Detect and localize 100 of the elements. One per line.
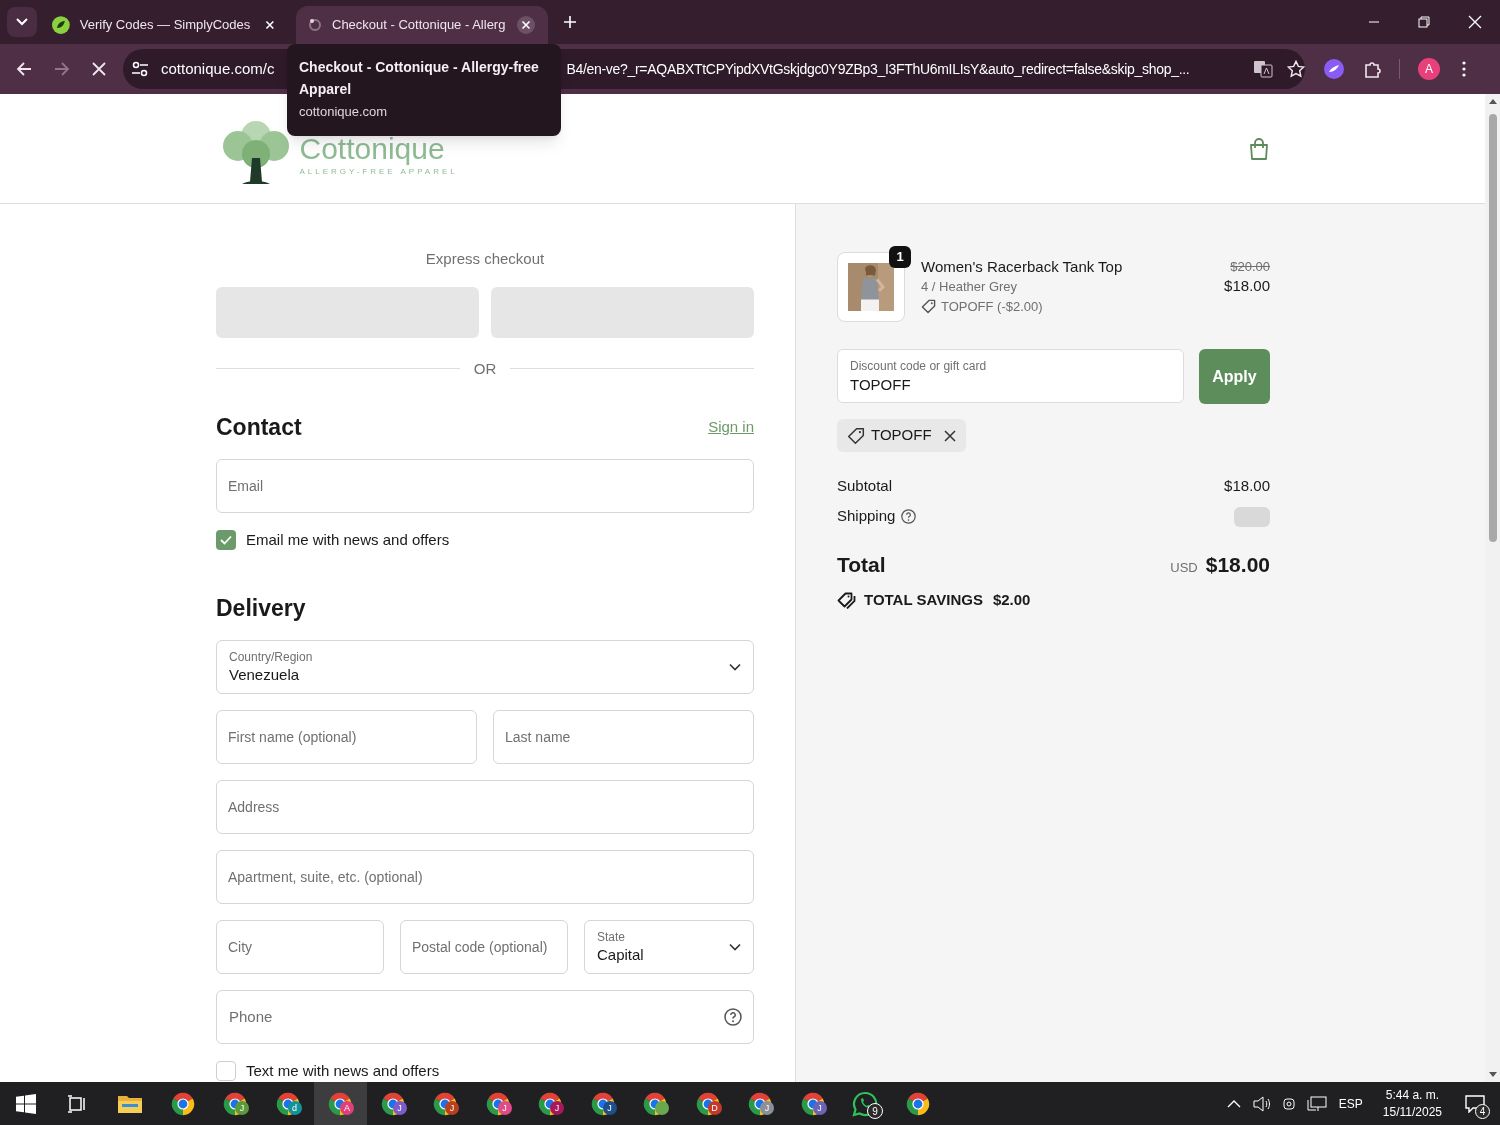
help-icon[interactable] bbox=[724, 1007, 742, 1026]
puzzle-icon[interactable] bbox=[1363, 59, 1383, 79]
camera-icon[interactable] bbox=[1280, 1095, 1297, 1112]
plus-icon bbox=[563, 15, 577, 29]
tooltip-domain: cottonique.com bbox=[299, 103, 389, 121]
folder-icon bbox=[118, 1093, 143, 1114]
text-field[interactable]: Address bbox=[216, 779, 754, 834]
shopping-bag-icon[interactable] bbox=[1247, 136, 1270, 161]
tab-list-button[interactable] bbox=[7, 7, 37, 37]
section-heading: Delivery bbox=[216, 594, 306, 623]
total-amount: $18.00 bbox=[1205, 552, 1270, 578]
product-name: Women's Racerback Tank Top bbox=[921, 257, 1124, 277]
or-divider-label: OR bbox=[473, 358, 497, 379]
chevron-down-icon bbox=[16, 18, 28, 26]
task-view-icon[interactable] bbox=[67, 1094, 87, 1113]
profile-avatar[interactable]: A bbox=[1418, 58, 1440, 80]
discount-label: TOPOFF (-$2.00) bbox=[941, 298, 1043, 316]
scroll-down-icon[interactable] bbox=[1488, 1072, 1497, 1078]
loading-icon bbox=[308, 18, 322, 32]
taskbar-app[interactable]: J bbox=[471, 1082, 524, 1125]
taskbar-app[interactable]: d bbox=[261, 1082, 314, 1125]
remove-icon[interactable] bbox=[943, 429, 956, 442]
chrome-icon bbox=[904, 1090, 931, 1117]
taskbar-app[interactable]: J bbox=[366, 1082, 419, 1125]
speaker-icon[interactable] bbox=[1252, 1095, 1271, 1112]
notification-count: 4 bbox=[1475, 1103, 1490, 1119]
close-icon[interactable] bbox=[1468, 15, 1482, 29]
taskbar-app[interactable]: J bbox=[786, 1082, 839, 1125]
close-icon[interactable] bbox=[516, 15, 536, 35]
text-field[interactable]: Postal code (optional) bbox=[400, 919, 568, 974]
field-label: Discount code or gift card bbox=[850, 358, 987, 374]
text-field[interactable]: Email bbox=[216, 458, 754, 513]
site-settings-icon[interactable] bbox=[131, 60, 149, 78]
check-icon bbox=[220, 534, 232, 545]
message-icon bbox=[1465, 1094, 1485, 1113]
dropdown[interactable]: State Capital bbox=[584, 919, 754, 974]
checkbox[interactable] bbox=[216, 1060, 236, 1081]
profile-badge: J bbox=[445, 1101, 459, 1115]
profile-badge: J bbox=[760, 1101, 774, 1115]
network-icon[interactable] bbox=[1306, 1095, 1327, 1112]
dropdown[interactable]: Country/Region Venezuela bbox=[216, 639, 754, 694]
currency-code: USD bbox=[1170, 559, 1198, 577]
loading-placeholder bbox=[1234, 506, 1270, 527]
summary-value: $18.00 bbox=[1224, 476, 1270, 497]
browser-tab[interactable]: Verify Codes — SimplyCodes bbox=[40, 6, 292, 44]
back-arrow-icon[interactable] bbox=[16, 61, 32, 77]
clock[interactable]: 5:44 a. m. 15/11/2025 bbox=[1382, 1086, 1442, 1121]
profile-badge: J bbox=[235, 1101, 249, 1115]
checkbox-label: Email me with news and offers bbox=[246, 529, 450, 550]
url-text: cottonique.com/c bbox=[161, 58, 275, 79]
chevron-up-icon[interactable] bbox=[1226, 1099, 1241, 1108]
chat-bubble-icon bbox=[852, 1090, 879, 1117]
help-icon[interactable] bbox=[901, 509, 917, 524]
browser-tab[interactable]: Checkout - Cottonique - Allerg bbox=[296, 6, 548, 44]
taskbar-app[interactable]: J bbox=[576, 1082, 629, 1125]
savings-amount: $2.00 bbox=[992, 589, 1031, 610]
leaf-icon bbox=[52, 16, 70, 34]
summary-label: Subtotal bbox=[837, 476, 893, 497]
text-field[interactable]: First name (optional) bbox=[216, 709, 477, 764]
apply-button[interactable]: Apply bbox=[1199, 349, 1270, 404]
product-price: $18.00 bbox=[1224, 276, 1270, 296]
checkbox-label: Text me with news and offers bbox=[246, 1060, 440, 1081]
stop-icon[interactable] bbox=[92, 62, 106, 76]
quantity-badge: 1 bbox=[889, 246, 911, 268]
taskbar-app[interactable]: 9 bbox=[839, 1082, 892, 1125]
language-indicator[interactable]: ESP bbox=[1338, 1094, 1363, 1113]
taskbar-app[interactable]: J bbox=[419, 1082, 472, 1125]
chevron-down-icon bbox=[729, 662, 741, 671]
chrome-icon bbox=[169, 1090, 196, 1117]
text-field[interactable]: Last name bbox=[493, 709, 754, 764]
tag-icon bbox=[921, 299, 936, 315]
total-label: Total bbox=[837, 552, 886, 578]
summary-label: Shipping bbox=[837, 506, 896, 527]
star-icon[interactable] bbox=[1287, 60, 1305, 78]
scroll-up-icon[interactable] bbox=[1488, 98, 1497, 104]
forward-arrow-icon[interactable] bbox=[54, 61, 70, 77]
profile-badge: J bbox=[550, 1101, 564, 1115]
product-variant: 4 / Heather Grey bbox=[921, 278, 1019, 296]
notification-center-button[interactable]: 4 bbox=[1460, 1088, 1490, 1119]
tags-icon bbox=[837, 590, 856, 609]
tag-icon bbox=[847, 426, 865, 445]
express-checkout-label: Express checkout bbox=[424, 249, 546, 269]
chevron-down-icon bbox=[729, 942, 741, 951]
windows-start-icon[interactable] bbox=[16, 1093, 36, 1114]
savings-label: TOTAL SAVINGS bbox=[864, 589, 983, 610]
extension-icon[interactable] bbox=[1324, 59, 1344, 79]
logo-tagline: ALLERGY-FREE APPAREL bbox=[299, 165, 458, 178]
profile-badge: A bbox=[340, 1101, 354, 1115]
restore-icon[interactable] bbox=[1418, 16, 1430, 28]
scrollbar[interactable] bbox=[1485, 94, 1500, 1082]
text-field[interactable]: City bbox=[216, 919, 384, 974]
taskbar-app[interactable]: D bbox=[681, 1082, 734, 1125]
taskbar-app[interactable]: A bbox=[314, 1082, 367, 1125]
text-field[interactable]: Phone bbox=[216, 989, 754, 1044]
taskbar-app[interactable]: J bbox=[524, 1082, 577, 1125]
checkbox[interactable] bbox=[216, 529, 236, 550]
translate-icon[interactable] bbox=[1253, 59, 1273, 79]
text-field[interactable]: Apartment, suite, etc. (optional) bbox=[216, 849, 754, 904]
scrollbar-thumb[interactable] bbox=[1488, 114, 1497, 542]
menu-icon[interactable] bbox=[1462, 61, 1466, 77]
